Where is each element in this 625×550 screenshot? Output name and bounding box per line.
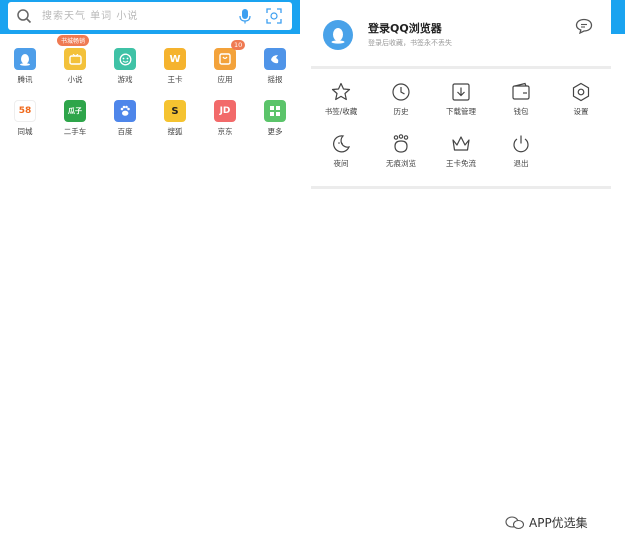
wechat-icon — [505, 515, 525, 529]
jd-icon: JD — [214, 100, 236, 122]
app-shortcut-novel[interactable]: 书城畅销 小说 — [50, 35, 100, 94]
menu-item-bookmarks[interactable]: 书签/收藏 — [311, 82, 371, 126]
app-store-icon — [214, 48, 236, 70]
menu-label: 历史 — [393, 107, 409, 116]
menu-label: 设置 — [573, 107, 589, 116]
app-shortcut-jd[interactable]: JD 京东 — [200, 96, 250, 146]
moon-icon — [333, 135, 351, 153]
app-label: 小说 — [67, 75, 83, 84]
watermark: APP优选集 — [505, 514, 588, 531]
login-title[interactable]: 登录QQ浏览器 — [368, 20, 442, 36]
menu-item-wangka-free[interactable]: 王卡免流 — [431, 134, 491, 178]
wangka-glyph: W — [169, 53, 181, 65]
status-strip — [610, 0, 625, 34]
58-tongcheng-icon: 58 — [14, 100, 36, 122]
menu-label: 退出 — [513, 159, 529, 168]
sohu-icon: S — [164, 100, 186, 122]
menu-label: 书签/收藏 — [324, 107, 358, 116]
login-header[interactable]: 登录QQ浏览器 登录后收藏，书签永不丢失 — [311, 0, 611, 66]
app-label: 搜狐 — [167, 127, 183, 136]
menu-label: 王卡免流 — [446, 159, 476, 168]
search-box[interactable] — [8, 2, 292, 30]
app-shortcut-sohu[interactable]: S 搜狐 — [150, 96, 200, 146]
avatar[interactable] — [323, 20, 353, 50]
qq-penguin-icon — [14, 48, 36, 70]
app-shortcut-guazi[interactable]: 瓜子 二手车 — [50, 96, 100, 146]
app-label: 摇报 — [267, 75, 283, 84]
more-grid-icon — [264, 100, 286, 122]
58-glyph: 58 — [18, 106, 32, 116]
menu-item-wallet[interactable]: 钱包 — [491, 82, 551, 126]
app-label: 腾讯 — [17, 75, 33, 84]
menu-label: 无痕浏览 — [386, 159, 416, 168]
app-shortcut-wangka[interactable]: W 王卡 — [150, 44, 200, 94]
guazi-car-icon: 瓜子 — [64, 100, 86, 122]
app-shortcut-shake-news[interactable]: 摇报 — [250, 44, 300, 94]
novel-badge: 书城畅销 — [57, 35, 90, 46]
qq-penguin-icon — [331, 27, 345, 44]
scan-icon[interactable] — [266, 8, 282, 24]
menu-label: 钱包 — [513, 107, 529, 116]
app-label: 应用 — [217, 75, 233, 84]
app-shortcut-58-tongcheng[interactable]: 58 同城 — [0, 96, 50, 146]
wallet-icon — [512, 82, 530, 100]
app-label: 百度 — [117, 127, 133, 136]
menu-item-downloads[interactable]: 下载管理 — [431, 82, 491, 126]
message-bubble-icon[interactable] — [575, 18, 593, 34]
divider — [311, 186, 611, 189]
app-label: 游戏 — [117, 75, 133, 84]
settings-hexagon-icon — [572, 82, 590, 102]
jd-glyph: JD — [219, 106, 231, 116]
app-shortcut-apps[interactable]: 10 应用 — [200, 40, 250, 94]
app-shortcut-more[interactable]: 更多 — [250, 96, 300, 146]
menu-item-exit[interactable]: 退出 — [491, 134, 551, 178]
search-icon — [17, 9, 32, 24]
wangka-icon: W — [164, 48, 186, 70]
search-bar-container — [0, 0, 300, 34]
guazi-glyph: 瓜子 — [68, 107, 82, 115]
menu-item-settings[interactable]: 设置 — [551, 82, 611, 126]
power-icon — [513, 135, 529, 153]
menu-item-incognito[interactable]: 无痕浏览 — [371, 134, 431, 178]
menu-item-night-mode[interactable]: 夜间 — [311, 134, 371, 178]
login-subtitle: 登录后收藏，书签永不丢失 — [368, 39, 452, 47]
divider — [311, 66, 611, 69]
app-shortcut-baidu[interactable]: 百度 — [100, 96, 150, 146]
app-shortcut-tencent[interactable]: 腾讯 — [0, 44, 50, 94]
sohu-glyph: S — [171, 105, 179, 117]
app-label: 同城 — [17, 127, 33, 136]
microphone-icon[interactable] — [238, 8, 252, 24]
watermark-text: APP优选集 — [529, 516, 588, 530]
crown-icon — [452, 136, 470, 151]
star-icon — [331, 82, 351, 101]
incognito-icon — [393, 134, 409, 153]
app-label: 王卡 — [167, 75, 183, 84]
search-input[interactable] — [42, 4, 238, 28]
app-label: 更多 — [267, 127, 283, 136]
menu-item-history[interactable]: 历史 — [371, 82, 431, 126]
app-label: 京东 — [217, 127, 233, 136]
browser-home-panel: 腾讯 书城畅销 小说 游戏 W 王卡 10 应用 — [0, 0, 300, 550]
shake-news-icon — [264, 48, 286, 70]
download-icon — [452, 83, 470, 101]
menu-label: 夜间 — [333, 159, 349, 168]
smile-game-icon — [114, 48, 136, 70]
app-label: 二手车 — [63, 127, 87, 136]
tv-book-icon — [64, 48, 86, 70]
clock-icon — [392, 83, 410, 101]
app-shortcut-games[interactable]: 游戏 — [100, 44, 150, 94]
baidu-paw-icon — [114, 100, 136, 122]
browser-menu-panel: 登录QQ浏览器 登录后收藏，书签永不丢失 书签/收藏 历史 下载管理 钱包 设置… — [311, 0, 611, 190]
apps-count-badge: 10 — [231, 40, 246, 50]
menu-label: 下载管理 — [446, 107, 476, 116]
